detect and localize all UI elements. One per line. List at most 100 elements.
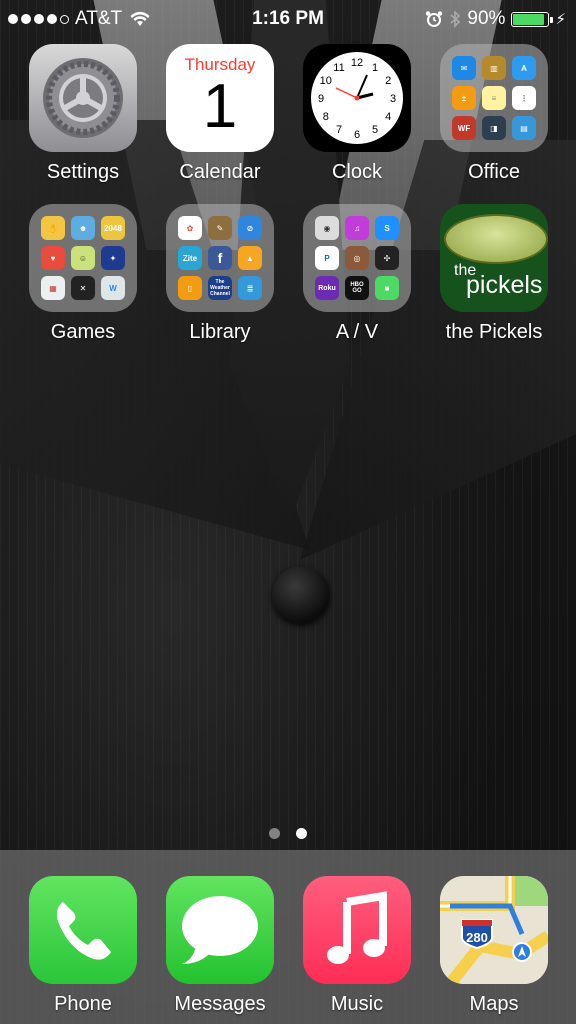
safari-mini-icon: ⊘ [238,216,262,240]
wallpaper-lapel-right [300,140,576,560]
map-icon: 280 [440,876,548,984]
clock-app-icon[interactable]: 12 1 2 3 4 5 6 7 8 9 10 11 [303,44,411,152]
app-calendar[interactable]: Thursday 1 Calendar [145,44,295,184]
speech-bubble-icon [182,896,258,964]
pickels-label: the Pickels [445,321,543,343]
pickels-app-icon[interactable]: the pickels [440,204,548,312]
maps-app-icon[interactable]: 280 [440,876,548,984]
weather-channel-mini-icon: The Weather Channel [208,276,232,300]
game-mini-icon: ♥ [41,246,65,270]
library-folder-icon[interactable]: ✿ ✎ ⊘ Zite f ▲ ▯ The Weather Channel ≣ [166,204,274,312]
scanner-mini-icon: ▤ [512,116,536,140]
messages-app-icon[interactable] [166,876,274,984]
page-indicator[interactable] [0,828,576,839]
battery-percent: 90% [467,8,506,29]
notes-mini-icon: ≡ [482,86,506,110]
highway-shield-number: 280 [466,930,488,945]
bluetooth-icon [450,10,461,28]
hbo-go-mini-icon: HBO GO [345,276,369,300]
battery-fill [513,13,545,25]
wallpaper-suit-button [272,566,330,624]
charging-bolt-icon: ⚡ [555,11,566,28]
app-settings[interactable]: Settings [8,44,158,184]
clock-number: 10 [320,75,332,87]
app-music[interactable]: Music [282,876,432,1016]
phone-handset-icon [56,902,111,960]
ibooks-mini-icon: ▯ [178,276,202,300]
calendar-app-icon[interactable]: Thursday 1 [166,44,274,152]
app-messages[interactable]: Messages [145,876,295,1016]
pandora-mini-icon: P [315,246,339,270]
calendar-label: Calendar [179,161,261,183]
pickle-icon [444,214,548,264]
game-mini-icon: ☻ [71,216,95,240]
dock: Phone Messages Music 280 Maps [0,850,576,1024]
office-label: Office [468,161,520,183]
clock-number: 1 [372,62,378,74]
photos-mini-icon: ✿ [178,216,202,240]
battery-icon [511,11,554,27]
app-store-mini-icon: A [512,56,536,80]
maps-label: Maps [469,993,519,1015]
phone-app-icon[interactable] [29,876,137,984]
facebook-mini-icon: f [208,246,232,270]
clock-number: 7 [336,124,342,136]
game-2048-mini-icon: 2048 [101,216,125,240]
game-mini-icon: ☺ [71,246,95,270]
folder-av[interactable]: ◉ ♫ S P ◎ ✣ Roku HBO GO ■ A / V [282,204,432,344]
clock-number: 11 [333,62,344,74]
clock-label: Clock [331,161,382,183]
clock-number: 2 [385,75,391,87]
app-maps[interactable]: 280 Maps [419,876,569,1016]
clock-number: 8 [323,111,329,123]
page-dot-1[interactable] [269,828,280,839]
wells-fargo-mini-icon: WF [452,116,476,140]
ibooks-mini-icon: ▥ [482,56,506,80]
calendar-date: 1 [202,72,238,141]
phone-label: Phone [54,993,112,1015]
folder-games[interactable]: ✋ ☻ 2048 ♥ ☺ ✦ ▦ ✕ W Games [8,204,158,344]
status-right: 90% ⚡ [425,8,566,30]
office-folder-icon[interactable]: ✉ ▥ A ± ≡ ⋮ WF ◨ ▤ [440,44,548,152]
games-folder-icon[interactable]: ✋ ☻ 2048 ♥ ☺ ✦ ▦ ✕ W [29,204,137,312]
games-folder-grid: ✋ ☻ 2048 ♥ ☺ ✦ ▦ ✕ W [41,216,125,300]
settings-label: Settings [46,161,120,183]
games-label: Games [50,321,116,343]
office-folder-grid: ✉ ▥ A ± ≡ ⋮ WF ◨ ▤ [452,56,536,140]
library-mini-icon: ▲ [238,246,262,270]
folder-library[interactable]: ✿ ✎ ⊘ Zite f ▲ ▯ The Weather Channel ≣ L… [145,204,295,344]
reminders-mini-icon: ⋮ [512,86,536,110]
app-the-pickels[interactable]: the pickels the Pickels [419,204,569,344]
messages-label: Messages [174,993,266,1015]
settings-app-icon[interactable] [29,44,137,152]
clock-number: 3 [390,93,396,105]
folder-office[interactable]: ✉ ▥ A ± ≡ ⋮ WF ◨ ▤ Office [419,44,569,184]
facetime-mini-icon: ■ [375,276,399,300]
pickels-icon-pickels: pickels [466,271,543,299]
clock-number: 9 [318,93,324,105]
instagram-mini-icon: ◎ [345,246,369,270]
app-phone[interactable]: Phone [8,876,158,1016]
calculator-mini-icon: ± [452,86,476,110]
status-bar: AT&T 1:16 PM 90% ⚡ [0,0,576,38]
game-mini-icon: ▦ [41,276,65,300]
music-note-icon [327,891,387,964]
gear-icon [43,58,123,138]
av-mini-icon: ✣ [375,246,399,270]
music-label: Music [330,993,384,1015]
library-folder-grid: ✿ ✎ ⊘ Zite f ▲ ▯ The Weather Channel ≣ [178,216,262,300]
mail-mini-icon: ✉ [452,56,476,80]
app-clock[interactable]: 12 1 2 3 4 5 6 7 8 9 10 11 Clock [282,44,432,184]
itunes-mini-icon: ♫ [345,216,369,240]
roku-mini-icon: Roku [315,276,339,300]
game-mini-icon: ✕ [71,276,95,300]
av-folder-grid: ◉ ♫ S P ◎ ✣ Roku HBO GO ■ [315,216,399,300]
camera-mini-icon: ◉ [315,216,339,240]
av-label: A / V [335,321,379,343]
av-folder-icon[interactable]: ◉ ♫ S P ◎ ✣ Roku HBO GO ■ [303,204,411,312]
clock-number: 6 [354,129,360,141]
page-dot-2[interactable] [296,828,307,839]
library-mini-icon: ≣ [238,276,262,300]
music-app-icon[interactable] [303,876,411,984]
library-label: Library [189,321,251,343]
